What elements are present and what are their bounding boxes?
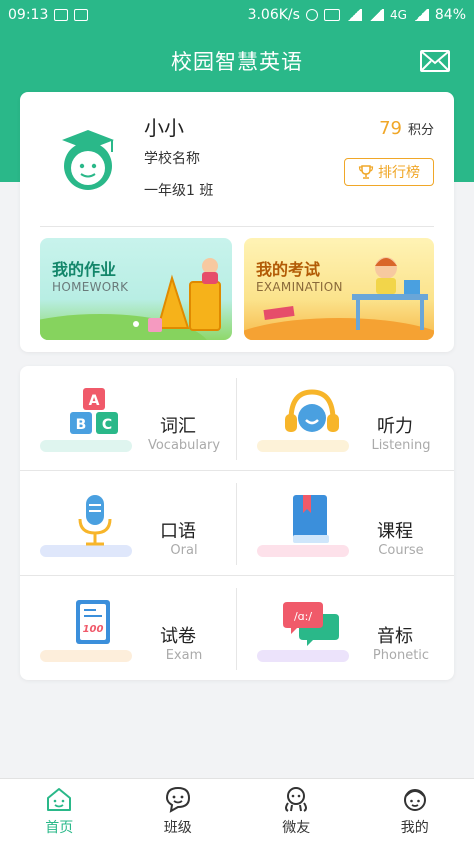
- tab-me[interactable]: 我的: [356, 779, 474, 842]
- module-subtitle: Vocabulary: [147, 438, 221, 453]
- alarm-icon: [305, 9, 318, 21]
- module-title: 口语: [160, 521, 196, 542]
- abc-letter-b: B: [76, 417, 87, 433]
- user-name: 小小: [144, 116, 184, 140]
- home-icon: [47, 788, 72, 811]
- profile-icon: [403, 789, 426, 811]
- module-subtitle: Course: [378, 543, 424, 558]
- tab-label: 首页: [45, 820, 74, 836]
- module-subtitle: Oral: [170, 543, 198, 558]
- module-exam[interactable]: 100 试卷 Exam: [20, 576, 237, 680]
- module-listening[interactable]: 听力 Listening: [237, 366, 454, 470]
- wifi-icon: [345, 9, 362, 21]
- profile-card: 小小 学校名称 一年级1 班 79 积分 排行榜 我的作业 HOMEWORK 我…: [20, 92, 454, 352]
- module-title: 词汇: [160, 416, 196, 437]
- bottom-tab-bar: 首页 班级 微友 我的: [0, 778, 474, 842]
- module-oral[interactable]: 口语 Oral: [20, 471, 237, 575]
- abc-blocks-icon: A B C: [70, 388, 118, 434]
- tab-label: 我的: [400, 820, 429, 836]
- trophy-icon: [358, 165, 374, 179]
- microphone-icon: [78, 495, 112, 546]
- network-type: 4G: [389, 8, 407, 22]
- homework-illustration: [40, 258, 221, 340]
- abc-letter-a: A: [89, 393, 100, 409]
- module-vocabulary[interactable]: A B C 词汇 Vocabulary: [20, 366, 237, 470]
- phonetic-symbol-text: /ɑ:/: [294, 610, 312, 623]
- module-subtitle: Listening: [371, 438, 431, 453]
- module-title: 试卷: [160, 626, 196, 647]
- class-name: 一年级1 班: [144, 183, 214, 199]
- module-course[interactable]: 课程 Course: [237, 471, 454, 575]
- hd-icon: [323, 9, 340, 21]
- speech-bubble-icon: /ɑ:/: [283, 602, 339, 646]
- friends-icon: [285, 787, 308, 812]
- exam-illustration: [244, 257, 434, 340]
- headphones-icon: [285, 389, 339, 432]
- points-unit: 积分: [407, 123, 434, 138]
- module-title: 听力: [377, 416, 413, 437]
- points-display: 79 积分: [379, 118, 434, 139]
- exam-score-text: 100: [83, 624, 104, 635]
- module-title: 课程: [377, 521, 413, 542]
- module-phonetic[interactable]: /ɑ:/ 音标 Phonetic: [237, 576, 454, 680]
- module-subtitle: Exam: [165, 648, 203, 663]
- school-name: 学校名称: [144, 151, 200, 167]
- ranking-button[interactable]: 排行榜: [344, 158, 434, 186]
- abc-letter-c: C: [102, 417, 112, 433]
- points-value: 79: [379, 118, 402, 139]
- module-grid: A B C 词汇 Vocabulary 听力 Listening 口语 Oral…: [20, 366, 454, 680]
- book-icon: [293, 495, 329, 543]
- homework-banner[interactable]: 我的作业 HOMEWORK: [40, 238, 232, 340]
- tab-home[interactable]: 首页: [0, 779, 119, 842]
- signal-icon-2: [412, 9, 429, 21]
- ranking-label: 排行榜: [378, 165, 420, 181]
- avatar[interactable]: [56, 128, 120, 192]
- notification-icon: [54, 9, 69, 21]
- chat-icon: [165, 786, 190, 813]
- mail-button[interactable]: [420, 50, 450, 72]
- divider: [40, 226, 434, 227]
- network-speed: 3.06K/s: [247, 7, 300, 23]
- status-time: 09:13: [8, 7, 49, 23]
- tab-friends[interactable]: 微友: [237, 779, 356, 842]
- tab-label: 班级: [163, 820, 192, 836]
- signal-icon: [367, 9, 384, 21]
- status-bar: 09:13 3.06K/s 4G 84%: [0, 0, 474, 32]
- page-title: 校园智慧英语: [171, 50, 303, 74]
- tab-label: 微友: [282, 820, 311, 836]
- exam-banner[interactable]: 我的考试 EXAMINATION: [244, 238, 434, 340]
- module-title: 音标: [377, 626, 413, 647]
- exam-paper-icon: 100: [76, 600, 110, 644]
- battery-percent: 84%: [434, 7, 466, 23]
- mail-icon: [421, 51, 449, 71]
- screenshot-icon: [74, 9, 89, 21]
- tab-class[interactable]: 班级: [119, 779, 238, 842]
- module-subtitle: Phonetic: [372, 648, 430, 663]
